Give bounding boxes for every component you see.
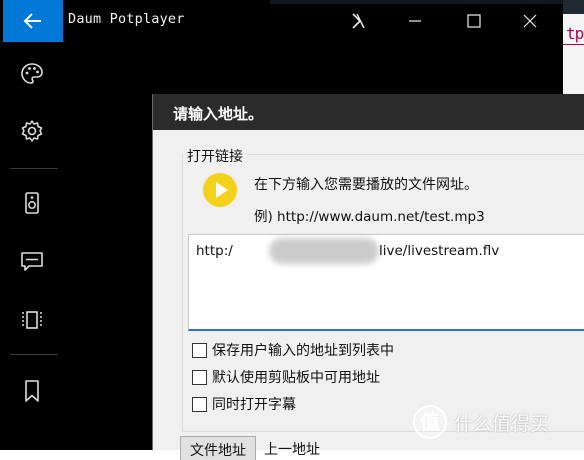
dialog-title: 请输入地址。 — [173, 105, 264, 123]
minimize-button[interactable] — [399, 6, 431, 36]
minimize-icon — [409, 20, 421, 22]
play-icon — [203, 173, 237, 207]
open-url-dialog: 请输入地址。 打开链接 在下方输入您需要播放的文件网址。 例) http://w… — [152, 94, 584, 460]
close-button[interactable] — [514, 6, 546, 36]
background-window-strip — [270, 0, 563, 4]
screen-icon[interactable] — [18, 306, 46, 334]
redacted-blur — [269, 238, 379, 264]
save-to-list-checkbox[interactable]: 保存用户输入的地址到列表中 — [192, 340, 394, 360]
url-text-suffix: live/livestream.flv — [379, 243, 500, 259]
sidebar-divider — [10, 168, 58, 169]
previous-address-button[interactable]: 上一地址 — [264, 439, 320, 459]
maximize-button[interactable] — [458, 6, 490, 36]
subtitle-icon[interactable] — [18, 247, 46, 275]
editor-header — [563, 0, 584, 14]
use-clipboard-checkbox[interactable]: 默认使用剪贴板中可用地址 — [192, 367, 380, 387]
dialog-titlebar: 请输入地址。 — [153, 94, 584, 130]
maximize-icon — [467, 14, 481, 28]
editor-underline — [563, 44, 584, 45]
app-title: Daum Potplayer — [68, 11, 185, 27]
checkbox-box[interactable] — [192, 396, 207, 412]
editor-text-fragment: tp — [566, 24, 584, 43]
close-icon — [523, 14, 537, 28]
hint-text: 在下方输入您需要播放的文件网址。 — [254, 177, 478, 193]
checkbox-label: 保存用户输入的地址到列表中 — [212, 343, 394, 359]
sidebar-divider — [10, 354, 58, 355]
open-subtitles-checkbox[interactable]: 同时打开字幕 — [192, 394, 296, 414]
url-input[interactable]: http:/ live/livestream.flv — [188, 234, 584, 331]
back-button[interactable] — [3, 0, 63, 42]
url-text-prefix: http:/ — [196, 243, 233, 259]
bookmark-icon[interactable] — [18, 377, 46, 405]
speaker-icon[interactable] — [18, 189, 46, 217]
gear-icon[interactable] — [18, 117, 46, 145]
back-arrow-icon — [23, 13, 41, 29]
group-label: 打开链接 — [183, 146, 247, 166]
checkbox-label: 默认使用剪贴板中可用地址 — [212, 370, 380, 386]
watermark: 值 什么值得买 — [412, 404, 549, 440]
title-bar: Daum Potplayer — [63, 0, 563, 42]
watermark-logo-icon: 值 — [413, 405, 447, 439]
palette-icon[interactable] — [18, 60, 46, 88]
file-address-button[interactable]: 文件地址 — [180, 436, 256, 460]
pin-icon — [352, 13, 365, 29]
example-text: 例) http://www.daum.net/test.mp3 — [254, 209, 485, 225]
checkbox-box[interactable] — [192, 369, 207, 385]
svg-text:值: 值 — [420, 410, 440, 434]
checkbox-box[interactable] — [192, 342, 207, 358]
pin-button[interactable] — [342, 6, 374, 36]
watermark-text: 什么值得买 — [454, 412, 550, 435]
sidebar — [0, 0, 63, 450]
checkbox-label: 同时打开字幕 — [212, 397, 296, 413]
